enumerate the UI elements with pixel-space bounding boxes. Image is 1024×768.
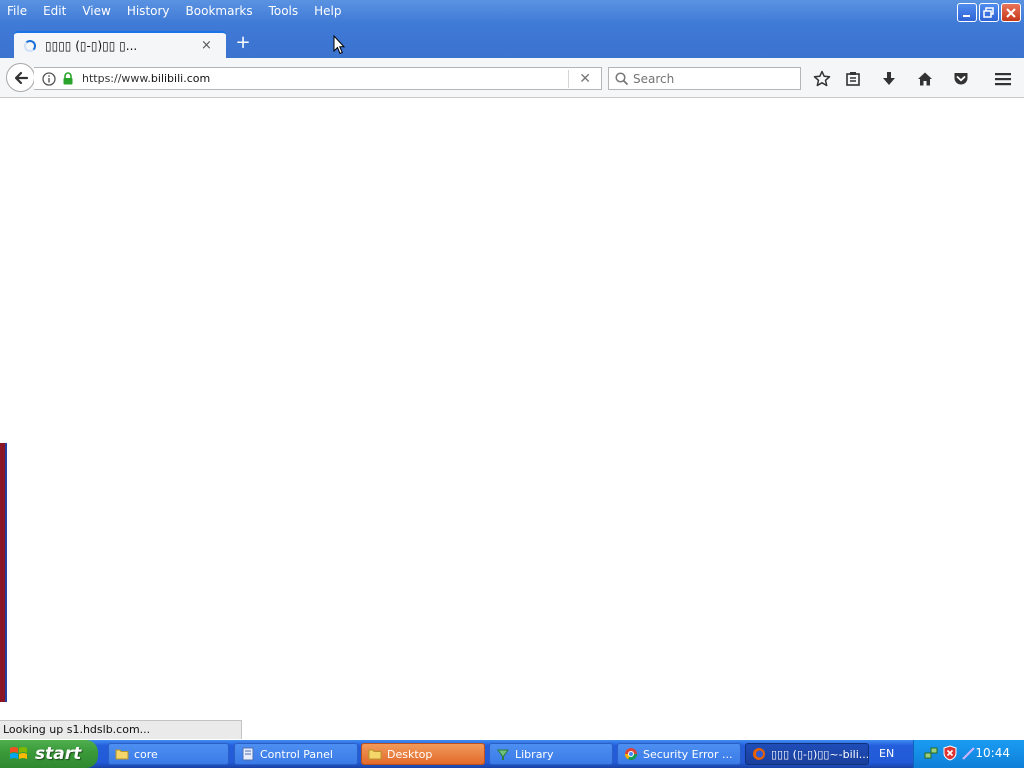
new-tab-button[interactable]: + (234, 33, 252, 53)
page-edge-stripe (0, 443, 7, 702)
menu-bookmarks[interactable]: Bookmarks (178, 1, 261, 21)
search-input[interactable] (633, 71, 793, 86)
menu-bar: File Edit View History Bookmarks Tools H… (0, 0, 350, 22)
browser-titlebar: File Edit View History Bookmarks Tools H… (0, 0, 1024, 58)
browser-tab[interactable]: ▯▯▯▯ (▯-▯)▯▯ ▯... × (14, 31, 226, 58)
restore-icon (983, 6, 994, 18)
taskbar-button-security-error[interactable]: Security Error ... (617, 743, 741, 765)
url-divider (568, 69, 570, 88)
taskbar-label: Control Panel (260, 747, 333, 761)
home-icon (918, 72, 932, 86)
taskbar-label: Desktop (387, 747, 433, 761)
tab-close-icon[interactable]: × (201, 38, 212, 53)
close-window-button[interactable] (1001, 3, 1021, 22)
pocket-icon (954, 73, 968, 85)
window-controls (957, 3, 1021, 22)
loading-spinner-icon (24, 39, 36, 52)
minimize-button[interactable] (957, 3, 977, 22)
close-icon (1006, 7, 1016, 18)
firefox-icon (753, 748, 765, 760)
tab-title: ▯▯▯▯ (▯-▯)▯▯ ▯... (45, 38, 138, 53)
page-content (0, 98, 1024, 740)
start-button[interactable]: start (0, 740, 98, 768)
taskbar-label: Library (515, 747, 554, 761)
folder-icon (368, 749, 382, 760)
hamburger-menu-icon (995, 73, 1011, 86)
taskbar-button-desktop[interactable]: Desktop (361, 743, 485, 765)
menu-tools[interactable]: Tools (261, 1, 307, 21)
url-text[interactable]: https://www.bilibili.com (82, 72, 568, 85)
taskbar-button-library[interactable]: Library (489, 743, 613, 765)
menu-file[interactable]: File (0, 1, 35, 21)
search-icon (615, 71, 629, 85)
taskbar-label: ▯▯▯ (▯-▯)▯▯~-bili... (771, 747, 869, 761)
minimize-icon (963, 14, 970, 17)
menu-edit[interactable]: Edit (35, 1, 74, 21)
bookmark-star-button[interactable] (812, 69, 832, 89)
lock-icon[interactable] (62, 72, 74, 85)
menu-help[interactable]: Help (306, 1, 349, 21)
hamburger-menu-button[interactable] (993, 69, 1013, 89)
security-shield-icon[interactable] (942, 745, 958, 761)
menu-history[interactable]: History (119, 1, 178, 21)
home-button[interactable] (915, 69, 935, 89)
taskbar-label: core (134, 747, 158, 761)
clock[interactable]: 10:44 (975, 746, 1010, 760)
back-arrow-icon (14, 71, 28, 84)
control-panel-icon (242, 747, 254, 761)
mouse-cursor-icon (333, 35, 345, 55)
downloads-button[interactable] (879, 69, 899, 89)
windows-logo-icon (10, 747, 27, 759)
pocket-button[interactable] (951, 69, 971, 89)
taskbar-label: Security Error ... (643, 747, 733, 761)
start-label: start (35, 744, 82, 764)
download-arrow-icon (883, 72, 895, 85)
info-icon[interactable] (42, 71, 56, 86)
clipboard-icon (846, 72, 860, 86)
taskbar-button-control-panel[interactable]: Control Panel (234, 743, 358, 765)
restore-button[interactable] (979, 3, 999, 22)
star-icon (813, 70, 831, 87)
back-button[interactable] (6, 63, 35, 92)
status-panel: Looking up s1.hdslb.com... (0, 720, 242, 739)
stop-loading-icon[interactable]: ✕ (579, 71, 591, 87)
menu-view[interactable]: View (74, 1, 118, 21)
search-bar[interactable] (608, 67, 801, 90)
chrome-browser-icon (625, 748, 637, 761)
folder-icon (115, 749, 129, 760)
url-prefix: https://www. (82, 72, 151, 85)
taskbar-button-core[interactable]: core (108, 743, 229, 765)
library-icon (497, 749, 509, 760)
reading-list-button[interactable] (843, 69, 863, 89)
language-indicator[interactable]: EN (879, 747, 894, 760)
windows-taskbar: start core Control Panel Desktop Library… (0, 740, 1024, 768)
url-bar[interactable]: https://www.bilibili.com ✕ (34, 67, 602, 90)
url-domain: bilibili.com (150, 72, 211, 85)
navigation-toolbar: https://www.bilibili.com ✕ (0, 58, 1024, 98)
system-tray: 10:44 (913, 740, 1024, 768)
taskbar-button-firefox[interactable]: ▯▯▯ (▯-▯)▯▯~-bili... (745, 743, 869, 765)
network-icon[interactable] (923, 745, 939, 761)
